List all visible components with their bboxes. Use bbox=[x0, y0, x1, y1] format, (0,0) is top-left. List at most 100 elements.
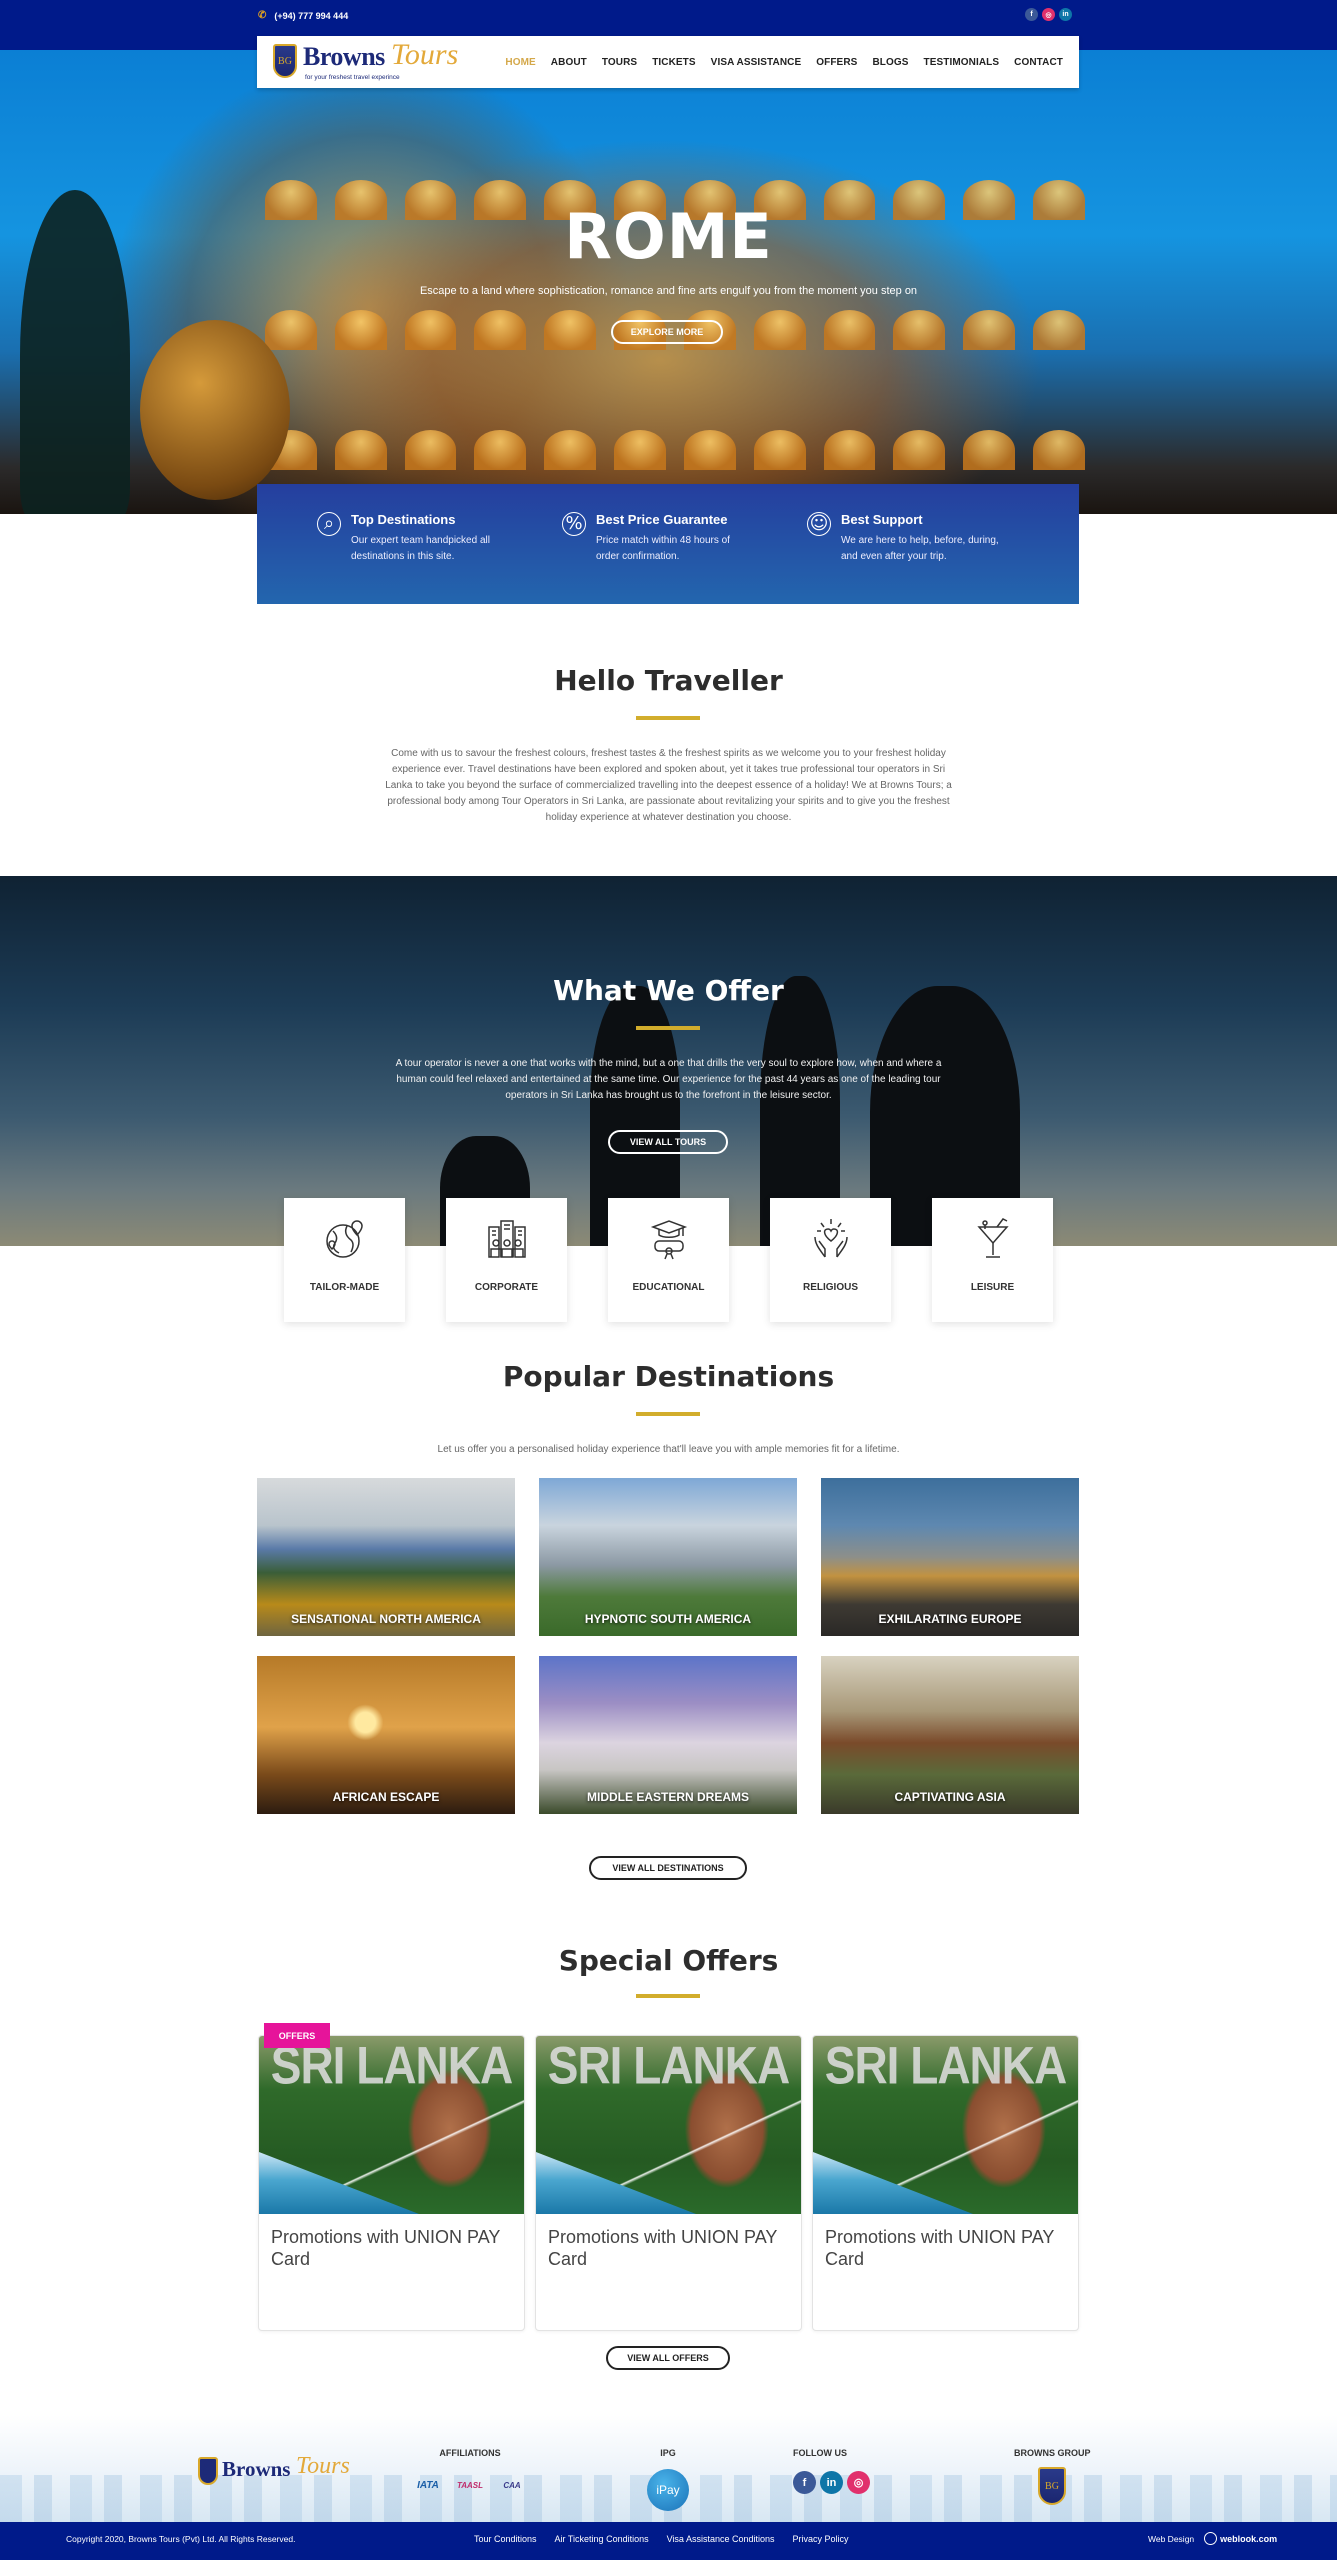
browns-shield-icon: BG bbox=[273, 44, 297, 78]
caa-emblem-icon: CAA bbox=[503, 2480, 521, 2490]
facebook-icon[interactable]: f bbox=[793, 2471, 816, 2494]
title-underline bbox=[636, 1412, 700, 1416]
hello-traveller-text: Come with us to savour the freshest colo… bbox=[385, 748, 952, 823]
browns-group-logo-icon[interactable]: BG bbox=[1038, 2467, 1066, 2505]
category-label: LEISURE bbox=[970, 1282, 1015, 1293]
category-educational[interactable]: EDUCATIONAL bbox=[608, 1198, 729, 1322]
footer-bottom-bar: Copyright 2020, Browns Tours (Pvt) Ltd. … bbox=[0, 2522, 1337, 2560]
phone-contact[interactable]: ✆ (+94) 777 994 444 bbox=[258, 10, 348, 21]
what-we-offer-text: A tour operator is never a one that work… bbox=[395, 1058, 942, 1101]
nav-tickets[interactable]: TICKETS bbox=[652, 57, 695, 68]
nav-visa-assistance[interactable]: VISA ASSISTANCE bbox=[711, 57, 802, 68]
category-leisure[interactable]: LEISURE bbox=[932, 1198, 1053, 1322]
destination-label: CAPTIVATING ASIA bbox=[894, 1790, 1006, 1804]
destination-card[interactable]: AFRICAN ESCAPE bbox=[257, 1656, 515, 1814]
logo-tagline: for your freshest travel experince bbox=[305, 74, 400, 81]
destination-label: HYPNOTIC SOUTH AMERICA bbox=[584, 1612, 752, 1626]
affiliations-heading: AFFILIATIONS bbox=[439, 2448, 501, 2458]
explore-more-button[interactable]: EXPLORE MORE bbox=[611, 320, 723, 344]
feature-best-price: % Best Price Guarantee Price match withi… bbox=[562, 512, 807, 604]
nav-contact[interactable]: CONTACT bbox=[1014, 57, 1063, 68]
feature-top-destinations: ⌕ Top Destinations Our expert team handp… bbox=[317, 512, 562, 604]
feature-title: Top Destinations bbox=[351, 512, 456, 527]
web-design-credit: Web Design weblook.com bbox=[1148, 2532, 1277, 2545]
visa-assistance-conditions-link[interactable]: Visa Assistance Conditions bbox=[667, 2534, 775, 2544]
linkedin-icon[interactable]: in bbox=[820, 2471, 843, 2494]
privacy-policy-link[interactable]: Privacy Policy bbox=[793, 2534, 849, 2544]
air-ticketing-conditions-link[interactable]: Air Ticketing Conditions bbox=[555, 2534, 649, 2544]
features-panel: ⌕ Top Destinations Our expert team handp… bbox=[257, 484, 1079, 604]
destination-label: EXHILARATING EUROPE bbox=[878, 1612, 1022, 1626]
category-religious[interactable]: RELIGIOUS bbox=[770, 1198, 891, 1322]
site-logo[interactable]: BG Browns Tours for your freshest travel… bbox=[273, 38, 473, 84]
globe-pins-icon bbox=[322, 1216, 368, 1262]
nav-blogs[interactable]: BLOGS bbox=[872, 57, 908, 68]
feature-best-support: ☺ Best Support We are here to help, befo… bbox=[807, 512, 1052, 604]
beach-thumbnail bbox=[536, 2152, 696, 2214]
what-we-offer-title: What We Offer bbox=[553, 974, 784, 1007]
hero-sphere-sculpture bbox=[140, 320, 290, 500]
main-header: BG Browns Tours for your freshest travel… bbox=[257, 36, 1079, 88]
offers-badge: OFFERS bbox=[264, 2023, 330, 2048]
feature-text: We are here to help, before, during, and… bbox=[841, 535, 999, 562]
offer-card[interactable]: SRI LANKA Promotions with UNION PAY Card bbox=[258, 2035, 525, 2331]
nav-about[interactable]: ABOUT bbox=[551, 57, 587, 68]
footer-social-links: f in ◎ bbox=[793, 2471, 870, 2494]
offer-image: SRI LANKA bbox=[813, 2036, 1078, 2214]
nav-offers[interactable]: OFFERS bbox=[816, 57, 857, 68]
linkedin-icon[interactable]: in bbox=[1059, 8, 1072, 21]
offer-image: SRI LANKA bbox=[536, 2036, 801, 2214]
category-corporate[interactable]: CORPORATE bbox=[446, 1198, 567, 1322]
view-all-offers-button[interactable]: VIEW ALL OFFERS bbox=[606, 2346, 730, 2370]
footer: Browns Tours AFFILIATIONS IATA TAASL CAA… bbox=[0, 2415, 1337, 2525]
offer-card[interactable]: SRI LANKA Promotions with UNION PAY Card bbox=[535, 2035, 802, 2331]
destination-card[interactable]: MIDDLE EASTERN DREAMS bbox=[539, 1656, 797, 1814]
category-label: EDUCATIONAL bbox=[632, 1282, 705, 1293]
percent-badge-icon: % bbox=[562, 512, 586, 536]
feature-text: Our expert team handpicked all destinati… bbox=[351, 535, 490, 562]
special-offers-title: Special Offers bbox=[558, 1944, 779, 1977]
feature-text: Price match within 48 hours of order con… bbox=[596, 535, 730, 562]
beach-thumbnail bbox=[259, 2152, 419, 2214]
ipay-logo-icon[interactable]: iPay bbox=[647, 2469, 689, 2511]
popular-destinations-title: Popular Destinations bbox=[502, 1360, 835, 1393]
offer-title: Promotions with UNION PAY Card bbox=[271, 2227, 501, 2269]
nav-testimonials[interactable]: TESTIMONIALS bbox=[924, 57, 1000, 68]
destination-label: AFRICAN ESCAPE bbox=[332, 1790, 440, 1804]
top-social-links: f ◎ in bbox=[1025, 8, 1072, 21]
destination-card[interactable]: HYPNOTIC SOUTH AMERICA bbox=[539, 1478, 797, 1636]
offer-title: Promotions with UNION PAY Card bbox=[825, 2227, 1055, 2269]
follow-us-heading: FOLLOW US bbox=[793, 2448, 847, 2458]
destination-card[interactable]: CAPTIVATING ASIA bbox=[821, 1656, 1079, 1814]
weblook-link[interactable]: weblook.com bbox=[1204, 2532, 1277, 2545]
copyright-text: Copyright 2020, Browns Tours (Pvt) Ltd. … bbox=[66, 2534, 296, 2544]
destination-label: MIDDLE EASTERN DREAMS bbox=[586, 1790, 749, 1804]
hero-colosseum-arches bbox=[265, 430, 1085, 470]
footer-logo[interactable]: Browns Tours bbox=[198, 2453, 350, 2491]
popular-destinations-subtitle: Let us offer you a personalised holiday … bbox=[437, 1444, 900, 1455]
instagram-icon[interactable]: ◎ bbox=[1042, 8, 1055, 21]
destination-card[interactable]: SENSATIONAL NORTH AMERICA bbox=[257, 1478, 515, 1636]
view-all-tours-button[interactable]: VIEW ALL TOURS bbox=[608, 1130, 728, 1154]
nav-tours[interactable]: TOURS bbox=[602, 57, 637, 68]
view-all-destinations-button[interactable]: VIEW ALL DESTINATIONS bbox=[589, 1856, 747, 1880]
offer-card[interactable]: SRI LANKA Promotions with UNION PAY Card bbox=[812, 2035, 1079, 2331]
destination-card[interactable]: EXHILARATING EUROPE bbox=[821, 1478, 1079, 1636]
web-design-label: Web Design bbox=[1148, 2533, 1195, 2544]
iata-logo-icon: IATA bbox=[417, 2479, 439, 2491]
nav-home[interactable]: HOME bbox=[505, 57, 535, 68]
hello-traveller-title: Hello Traveller bbox=[554, 664, 783, 697]
offer-image: SRI LANKA bbox=[259, 2036, 524, 2214]
support-people-icon: ☺ bbox=[807, 512, 831, 536]
hero-banner: ROME Escape to a land where sophisticati… bbox=[0, 50, 1337, 514]
logo-brand: Browns bbox=[303, 42, 385, 71]
globe-search-icon: ⌕ bbox=[317, 512, 341, 536]
instagram-icon[interactable]: ◎ bbox=[847, 2471, 870, 2494]
feature-title: Best Support bbox=[841, 512, 923, 527]
title-underline bbox=[636, 716, 700, 720]
category-tailor-made[interactable]: TAILOR-MADE bbox=[284, 1198, 405, 1322]
phone-icon: ✆ bbox=[258, 10, 267, 21]
footer-logo-script: Tours bbox=[296, 2453, 350, 2479]
tour-conditions-link[interactable]: Tour Conditions bbox=[474, 2534, 537, 2544]
facebook-icon[interactable]: f bbox=[1025, 8, 1038, 21]
